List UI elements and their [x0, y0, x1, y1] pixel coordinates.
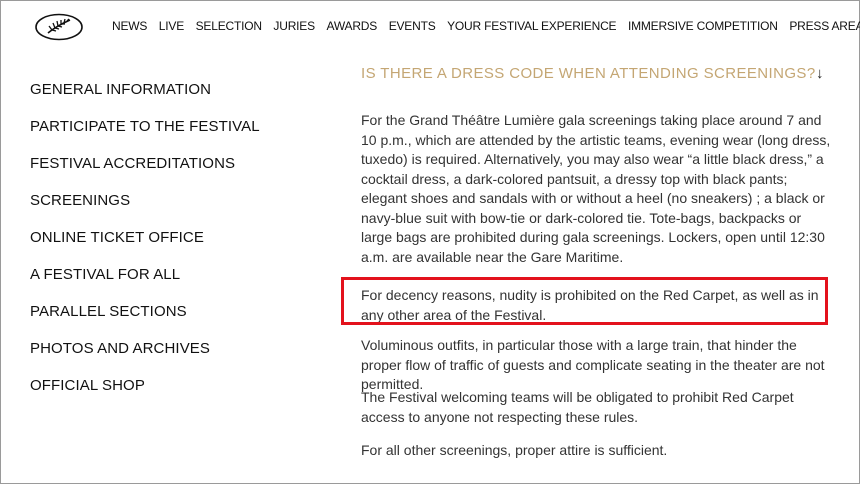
nav-your-festival-experience[interactable]: YOUR FESTIVAL EXPERIENCE [447, 19, 616, 33]
nav-awards[interactable]: AWARDS [327, 19, 378, 33]
sidebar-item-accreditations[interactable]: FESTIVAL ACCREDITATIONS [30, 154, 260, 191]
nav-selection[interactable]: SELECTION [196, 19, 262, 33]
faq-paragraph-voluminous-outfits: Voluminous outfits, in particular those … [361, 337, 825, 392]
sidebar-item-participate[interactable]: PARTICIPATE TO THE FESTIVAL [30, 117, 260, 154]
sidebar-item-parallel-sections[interactable]: PARALLEL SECTIONS [30, 302, 260, 339]
nav-immersive-competition[interactable]: IMMERSIVE COMPETITION [628, 19, 778, 33]
highlight-box [341, 277, 828, 325]
nav-press-area[interactable]: PRESS AREA [789, 19, 860, 33]
faq-paragraph-evening-wear: For the Grand Théâtre Lumière gala scree… [361, 112, 831, 265]
faq-panel: IS THERE A DRESS CODE WHEN ATTENDING SCR… [361, 64, 831, 458]
faq-paragraph-other-screenings: For all other screenings, proper attire … [361, 442, 668, 458]
palm-logo-icon[interactable] [34, 13, 84, 41]
arrow-down-icon[interactable]: ↓ [816, 64, 824, 84]
nav-juries[interactable]: JURIES [273, 19, 315, 33]
top-navigation: NEWS LIVE SELECTION JURIES AWARDS EVENTS… [0, 0, 860, 52]
main-nav: NEWS LIVE SELECTION JURIES AWARDS EVENTS… [112, 19, 860, 33]
sidebar: GENERAL INFORMATION PARTICIPATE TO THE F… [30, 80, 260, 413]
nav-news[interactable]: NEWS [112, 19, 147, 33]
sidebar-item-official-shop[interactable]: OFFICIAL SHOP [30, 376, 260, 413]
sidebar-item-festival-for-all[interactable]: A FESTIVAL FOR ALL [30, 265, 260, 302]
sidebar-item-general-information[interactable]: GENERAL INFORMATION [30, 80, 260, 117]
faq-question[interactable]: IS THERE A DRESS CODE WHEN ATTENDING SCR… [361, 64, 831, 84]
nav-live[interactable]: LIVE [159, 19, 184, 33]
nav-events[interactable]: EVENTS [389, 19, 436, 33]
sidebar-item-screenings[interactable]: SCREENINGS [30, 191, 260, 228]
sidebar-item-online-ticket-office[interactable]: ONLINE TICKET OFFICE [30, 228, 260, 265]
sidebar-item-photos-archives[interactable]: PHOTOS AND ARCHIVES [30, 339, 260, 376]
faq-paragraph-welcoming-teams: The Festival welcoming teams will be obl… [361, 389, 794, 425]
